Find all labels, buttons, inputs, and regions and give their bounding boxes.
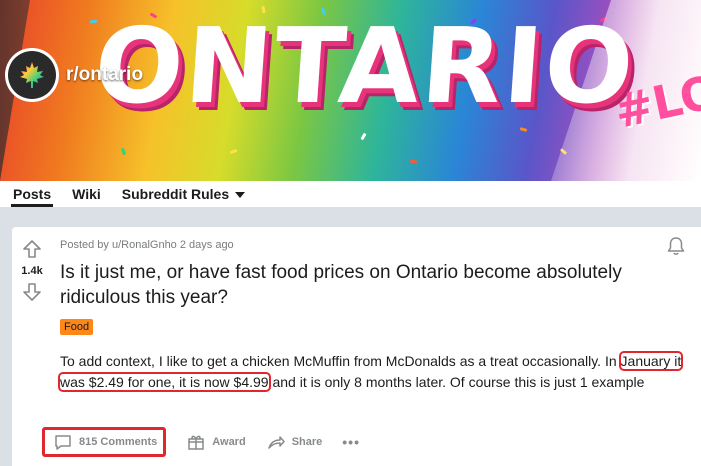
more-options-button[interactable]: ••• (342, 427, 360, 457)
post-body: To add context, I like to get a chicken … (57, 351, 685, 393)
comment-icon (55, 435, 71, 450)
banner-title: ONTARIO (90, 5, 640, 127)
post-title[interactable]: Is it just me, or have fast food prices … (60, 260, 685, 310)
post-flair[interactable]: Food (60, 319, 94, 335)
chevron-down-icon (235, 192, 246, 199)
share-arrow-icon (267, 436, 285, 449)
confetti (229, 148, 238, 155)
downvote-arrow-icon (23, 283, 41, 301)
tab-wiki[interactable]: Wiki (72, 181, 101, 207)
share-label: Share (291, 436, 323, 448)
vote-column: 1.4k (12, 227, 52, 304)
award-button[interactable]: Award (186, 427, 246, 457)
confetti (409, 159, 418, 164)
upvote-arrow-icon (23, 240, 41, 258)
tab-posts[interactable]: Posts (10, 181, 54, 207)
comments-count: 815 Comments (79, 436, 158, 448)
post-body-text: and it is only 8 months later. Of course… (268, 374, 645, 390)
vote-score: 1.4k (21, 265, 43, 277)
share-button[interactable]: Share (266, 427, 323, 457)
upvote-button[interactable] (20, 237, 44, 261)
tab-subreddit-rules-label: Subreddit Rules (121, 186, 230, 202)
subreddit-avatar[interactable] (5, 48, 59, 102)
award-label: Award (212, 436, 246, 448)
downvote-button[interactable] (20, 280, 44, 304)
post-body-text: To add context, I like to get a chicken … (60, 353, 621, 369)
confetti (120, 147, 127, 156)
post-meta: Posted by u/RonalGnho 2 days ago (60, 239, 234, 251)
confetti (89, 19, 98, 24)
maple-leaf-icon (20, 62, 44, 88)
confetti (360, 132, 367, 141)
gift-icon (188, 435, 205, 450)
bell-icon (667, 237, 685, 255)
subreddit-tabs: Posts Wiki Subreddit Rules (0, 181, 701, 207)
post-actions: 815 Comments Award Share ••• (42, 427, 380, 457)
subreddit-name[interactable]: r/ontario (66, 64, 143, 86)
comments-button[interactable]: 815 Comments (42, 427, 167, 457)
notification-bell-button[interactable] (665, 235, 687, 257)
subreddit-banner: ONTARIO #LOV r/ontario (0, 0, 701, 181)
post-card[interactable]: 1.4k Posted by u/RonalGnho 2 days ago Is… (12, 227, 701, 466)
tab-subreddit-rules[interactable]: Subreddit Rules (121, 181, 246, 207)
confetti (519, 127, 528, 132)
